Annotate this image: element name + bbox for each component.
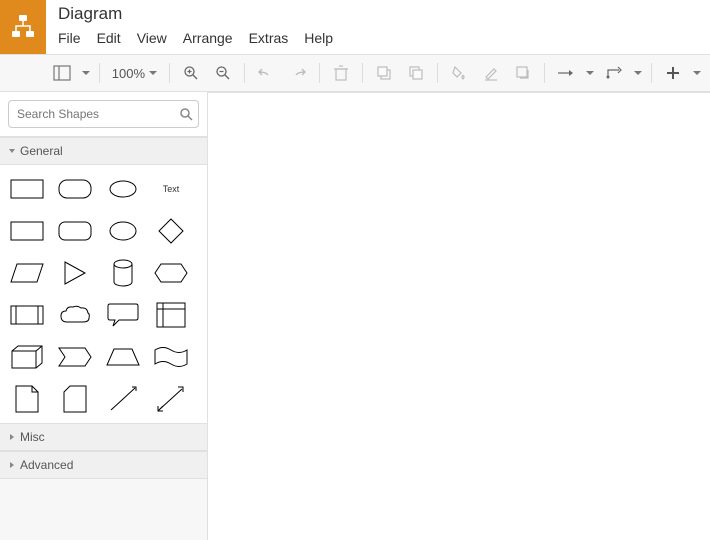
shape-cloud[interactable] bbox=[54, 299, 96, 331]
search-input[interactable] bbox=[8, 100, 199, 128]
shape-cylinder[interactable] bbox=[102, 257, 144, 289]
chevron-down-icon bbox=[8, 147, 16, 155]
line-color-button[interactable] bbox=[476, 59, 506, 87]
palette-section-label: Misc bbox=[20, 430, 45, 444]
palette-section-misc[interactable]: Misc bbox=[0, 423, 207, 451]
shape-text[interactable]: Text bbox=[150, 173, 192, 205]
menu-edit[interactable]: Edit bbox=[97, 30, 121, 46]
menu-extras[interactable]: Extras bbox=[249, 30, 289, 46]
shape-step[interactable] bbox=[54, 341, 96, 373]
palette-general-body: Text bbox=[0, 165, 207, 423]
shape-cube[interactable] bbox=[6, 341, 48, 373]
view-mode-button[interactable] bbox=[47, 59, 77, 87]
shape-line[interactable] bbox=[102, 383, 144, 415]
menu-help[interactable]: Help bbox=[304, 30, 333, 46]
menubar: File Edit View Arrange Extras Help bbox=[58, 30, 333, 46]
zoom-out-button[interactable] bbox=[208, 59, 238, 87]
to-back-button[interactable] bbox=[401, 59, 431, 87]
header: Diagram File Edit View Arrange Extras He… bbox=[0, 0, 710, 54]
palette-section-label: General bbox=[20, 144, 63, 158]
canvas[interactable] bbox=[208, 92, 710, 540]
shadow-button[interactable] bbox=[508, 59, 538, 87]
undo-button[interactable] bbox=[251, 59, 281, 87]
zoom-level[interactable]: 100% bbox=[106, 66, 163, 81]
to-front-button[interactable] bbox=[369, 59, 399, 87]
chevron-right-icon bbox=[8, 461, 16, 469]
redo-button[interactable] bbox=[283, 59, 313, 87]
shape-diamond[interactable] bbox=[150, 215, 192, 247]
shape-hexagon[interactable] bbox=[150, 257, 192, 289]
sidebar: General Text bbox=[0, 92, 208, 540]
palette-section-label: Advanced bbox=[20, 458, 73, 472]
palette-section-advanced[interactable]: Advanced bbox=[0, 451, 207, 479]
menu-view[interactable]: View bbox=[137, 30, 167, 46]
shape-rounded-rect2[interactable] bbox=[54, 215, 96, 247]
add-button[interactable] bbox=[658, 59, 688, 87]
app-logo bbox=[0, 0, 46, 54]
shape-internal-storage[interactable] bbox=[150, 299, 192, 331]
shape-rectangle2[interactable] bbox=[6, 215, 48, 247]
waypoint-dropdown[interactable] bbox=[631, 59, 645, 87]
waypoint-button[interactable] bbox=[599, 59, 629, 87]
app-title: Diagram bbox=[58, 4, 333, 24]
shape-rectangle[interactable] bbox=[6, 173, 48, 205]
toolbar: 100% bbox=[41, 54, 710, 92]
chevron-right-icon bbox=[8, 433, 16, 441]
menu-file[interactable]: File bbox=[58, 30, 81, 46]
shape-rounded-rect[interactable] bbox=[54, 173, 96, 205]
shape-card[interactable] bbox=[54, 383, 96, 415]
shape-bidir-arrow[interactable] bbox=[150, 383, 192, 415]
connection-dropdown[interactable] bbox=[583, 59, 597, 87]
shape-trapezoid[interactable] bbox=[102, 341, 144, 373]
shape-tape[interactable] bbox=[150, 341, 192, 373]
palette-section-general[interactable]: General bbox=[0, 137, 207, 165]
add-dropdown[interactable] bbox=[690, 59, 704, 87]
delete-button[interactable] bbox=[326, 59, 356, 87]
shape-ellipse[interactable] bbox=[102, 173, 144, 205]
zoom-value: 100% bbox=[112, 66, 145, 81]
view-mode-dropdown[interactable] bbox=[79, 59, 93, 87]
shape-callout[interactable] bbox=[102, 299, 144, 331]
shape-note[interactable] bbox=[6, 383, 48, 415]
zoom-in-button[interactable] bbox=[176, 59, 206, 87]
shape-parallelogram[interactable] bbox=[6, 257, 48, 289]
shape-ellipse2[interactable] bbox=[102, 215, 144, 247]
connection-button[interactable] bbox=[551, 59, 581, 87]
search-icon bbox=[179, 107, 193, 121]
shape-triangle[interactable] bbox=[54, 257, 96, 289]
shape-process[interactable] bbox=[6, 299, 48, 331]
menu-arrange[interactable]: Arrange bbox=[183, 30, 233, 46]
fill-color-button[interactable] bbox=[444, 59, 474, 87]
